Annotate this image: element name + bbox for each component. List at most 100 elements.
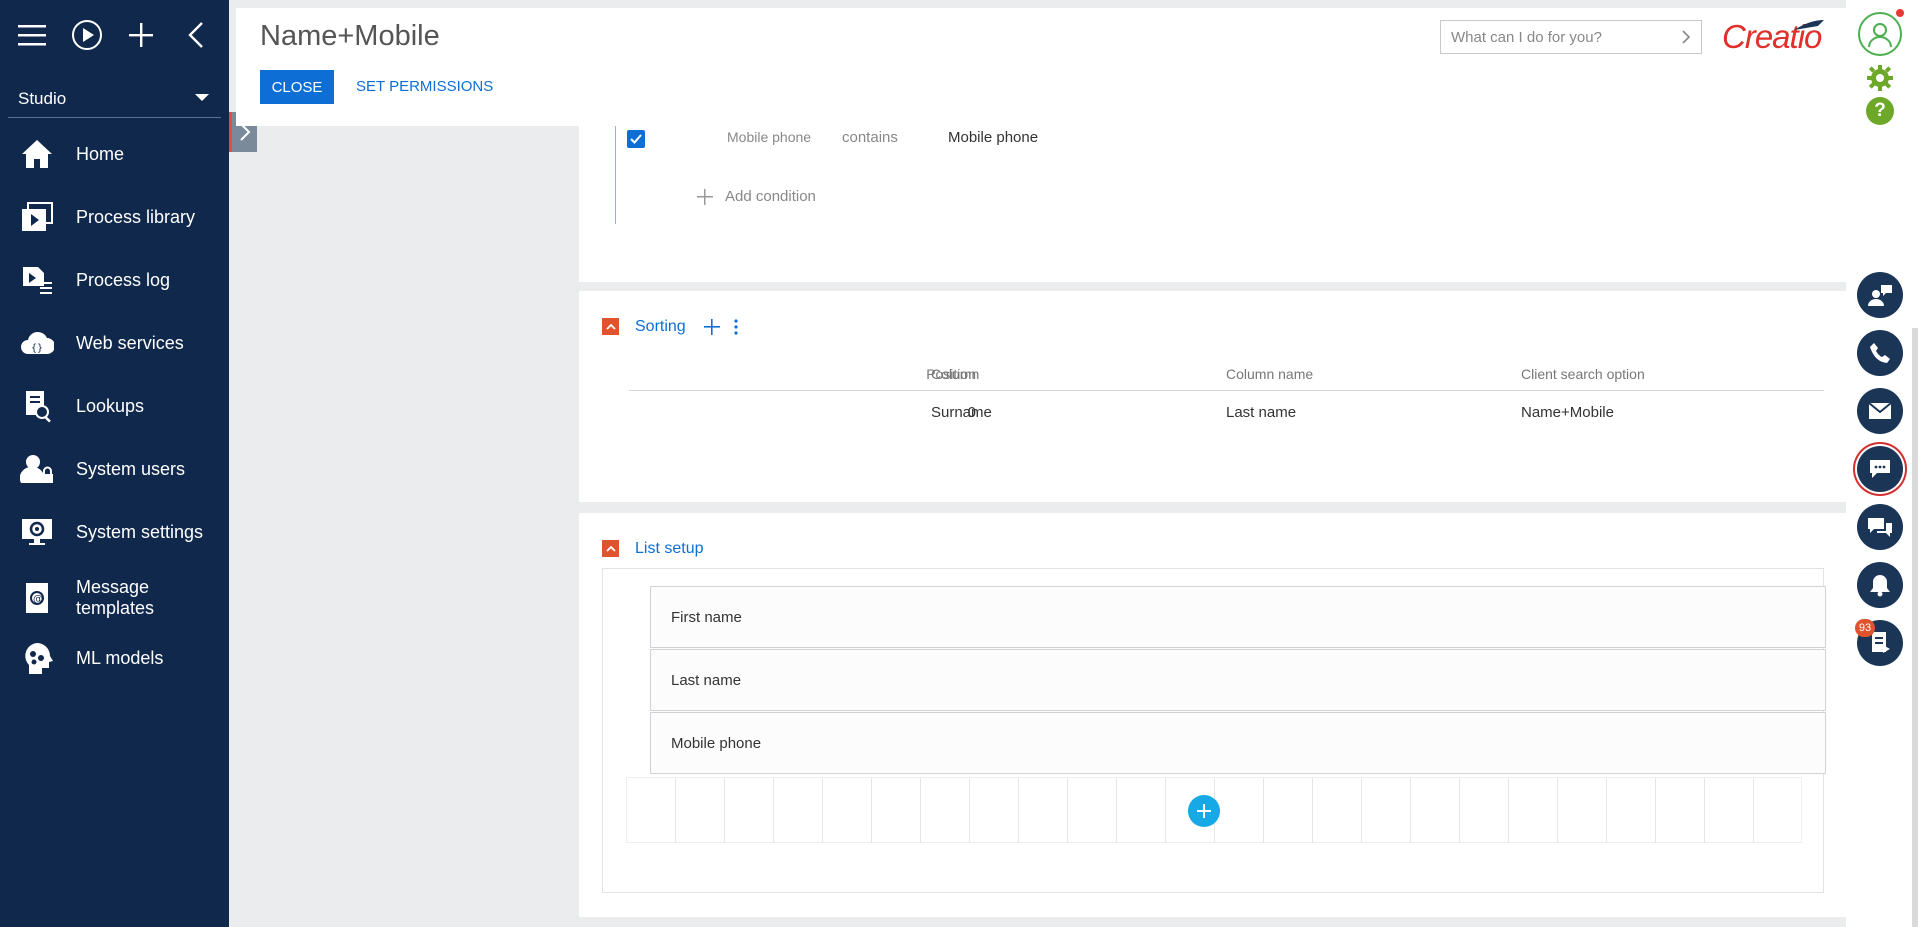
field-label: Mobile phone <box>671 734 762 752</box>
list-item[interactable]: Mobile phone <box>650 712 1826 774</box>
logo-swoosh-icon <box>1794 20 1824 30</box>
field-label: First name <box>671 608 742 626</box>
sidebar-item-label: Process library <box>76 206 196 227</box>
add-condition-button[interactable]: Add condition <box>697 188 816 205</box>
user-icon <box>1868 23 1892 48</box>
sorting-menu-button[interactable] <box>733 319 739 340</box>
table-divider <box>629 390 1824 391</box>
sidebar-item-lookups[interactable]: Lookups <box>0 378 229 434</box>
sidebar-item-label: Process log <box>76 269 171 290</box>
checkmark-icon <box>630 134 642 144</box>
settings-monitor-icon <box>20 515 54 549</box>
add-column-button[interactable] <box>1188 795 1220 827</box>
condition-operator[interactable]: contains <box>842 129 898 146</box>
list-item[interactable]: Last name <box>650 649 1826 711</box>
sidebar-item-label: Lookups <box>76 395 145 416</box>
cell-column-name: Last name <box>1226 404 1297 421</box>
chevron-left-icon[interactable] <box>178 17 214 53</box>
process-library-icon <box>20 200 54 234</box>
sidebar-item-system-settings[interactable]: System settings <box>0 504 229 560</box>
home-icon <box>20 137 54 171</box>
task-list-icon <box>1872 632 1890 653</box>
add-icon[interactable] <box>123 17 159 53</box>
condition-column[interactable]: Mobile phone <box>727 129 811 145</box>
sidebar-item-system-users[interactable]: System users <box>0 441 229 497</box>
condition-value[interactable]: Mobile phone <box>948 129 1038 146</box>
chevron-up-icon <box>605 545 616 552</box>
plus-icon <box>697 188 713 205</box>
menu-icon[interactable] <box>14 17 50 53</box>
notification-dot <box>1896 9 1904 17</box>
scrollbar[interactable] <box>1912 328 1918 927</box>
process-log-icon <box>20 263 54 297</box>
sorting-card: Sorting Position Column Column name Clie… <box>579 291 1847 502</box>
add-condition-label: Add condition <box>725 188 816 205</box>
list-setup-title[interactable]: List setup <box>635 540 703 558</box>
sidebar-item-label: System users <box>76 458 186 479</box>
phone-button[interactable] <box>1857 330 1903 376</box>
search-placeholder: What can I do for you? <box>1451 28 1602 46</box>
more-vertical-icon <box>734 319 738 335</box>
gear-icon <box>1867 65 1893 91</box>
sidebar-item-label: Web services <box>76 332 184 353</box>
notification-count-badge: 93 <box>1855 619 1875 637</box>
chevron-up-icon <box>605 323 616 330</box>
collapse-list-setup-button[interactable] <box>602 540 619 557</box>
close-button[interactable]: CLOSE <box>260 70 334 104</box>
svg-text:{}: {} <box>31 343 43 354</box>
sidebar-toolbar <box>14 14 214 56</box>
sidebar: Studio Home Process library Process log … <box>0 0 229 927</box>
notifications-button[interactable] <box>1857 562 1903 608</box>
command-line-input[interactable]: What can I do for you? <box>1440 20 1702 54</box>
add-sorting-button[interactable] <box>704 319 720 340</box>
bell-icon <box>1870 575 1890 597</box>
field-label: Last name <box>671 671 742 689</box>
agent-chat-icon <box>1868 285 1892 306</box>
user-profile-avatar[interactable] <box>1858 12 1902 56</box>
feed-button[interactable] <box>1857 504 1903 550</box>
svg-text:@: @ <box>33 594 43 605</box>
sidebar-item-label: Home <box>76 143 125 164</box>
lookups-icon <box>20 389 54 423</box>
chat-button[interactable] <box>1857 446 1903 492</box>
ccc-agent-button[interactable] <box>1857 272 1903 318</box>
sidebar-item-label: System settings <box>76 521 204 542</box>
list-item[interactable]: First name <box>650 586 1826 648</box>
sidebar-item-message-templates[interactable]: @ Message templates <box>0 567 229 629</box>
conversation-icon <box>1868 518 1892 537</box>
chat-icon <box>1870 460 1890 478</box>
sidebar-item-process-log[interactable]: Process log <box>0 252 229 308</box>
filter-card: Mobile phone contains Mobile phone Add c… <box>579 124 1847 282</box>
sidebar-item-label: Message templates <box>76 577 155 618</box>
envelope-icon <box>1868 402 1892 419</box>
table-row[interactable]: 0 Surname Last name Name+Mobile <box>629 395 1824 431</box>
sidebar-item-label: ML models <box>76 647 164 668</box>
sidebar-item-process-library[interactable]: Process library <box>0 189 229 245</box>
set-permissions-button[interactable]: SET PERMISSIONS <box>356 78 493 95</box>
sidebar-item-home[interactable]: Home <box>0 126 229 182</box>
column-header-column-name: Column name <box>1226 366 1314 382</box>
sorting-title[interactable]: Sorting <box>635 318 686 336</box>
list-setup-card: List setup First name Last name Mobile p… <box>579 513 1847 917</box>
plus-icon <box>704 319 720 335</box>
phone-icon <box>1870 343 1890 363</box>
message-template-icon: @ <box>20 581 54 615</box>
system-designer-button[interactable] <box>1866 64 1894 97</box>
sidebar-item-ml-models[interactable]: ML models <box>0 630 229 686</box>
play-icon[interactable] <box>69 17 105 53</box>
column-header-column: Column <box>931 366 980 382</box>
plus-icon <box>1197 804 1211 818</box>
column-header-client-search-option: Client search option <box>1521 366 1645 382</box>
email-button[interactable] <box>1857 388 1903 434</box>
sidebar-item-web-services[interactable]: {} Web services <box>0 315 229 371</box>
workspace-select[interactable]: Studio <box>8 80 221 118</box>
list-setup-grid: First name Last name Mobile phone <box>602 568 1826 893</box>
help-icon[interactable]: ? <box>1866 97 1894 125</box>
cell-client-search-option: Name+Mobile <box>1521 404 1614 421</box>
condition-checkbox[interactable] <box>627 130 645 148</box>
cloud-icon: {} <box>20 326 54 360</box>
cell-column: Surname <box>931 404 992 421</box>
ml-head-icon <box>20 641 54 675</box>
collapse-sorting-button[interactable] <box>602 318 619 335</box>
caret-down-icon <box>195 94 209 101</box>
